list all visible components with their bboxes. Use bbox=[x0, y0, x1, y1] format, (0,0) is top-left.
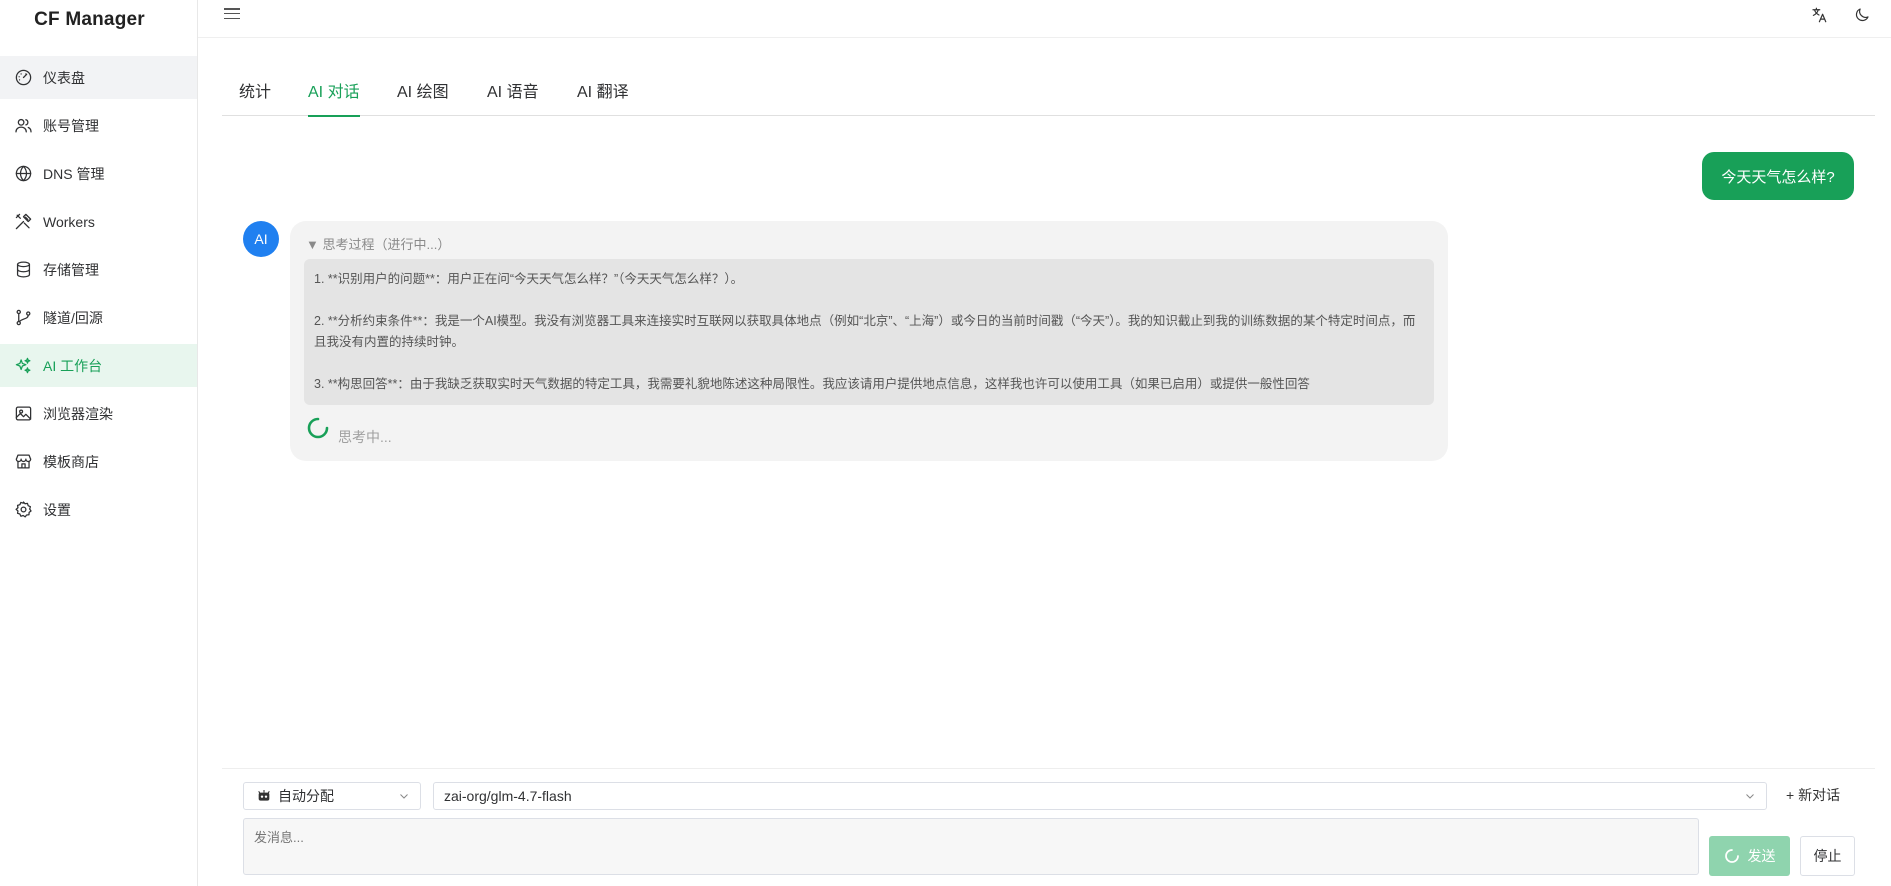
model-select-value: zai-org/glm-4.7-flash bbox=[444, 788, 572, 804]
provider-select[interactable]: 自动分配 bbox=[243, 782, 421, 810]
image-icon bbox=[13, 404, 33, 424]
thinking-line: 2. **分析约束条件**：我是一个AI模型。我没有浏览器工具来连接实时互联网以… bbox=[314, 314, 1416, 349]
users-icon bbox=[13, 116, 33, 136]
sidebar-item-label: DNS 管理 bbox=[43, 165, 105, 182]
ai-avatar: AI bbox=[243, 221, 279, 257]
thinking-status: 思考中... bbox=[338, 429, 392, 445]
tab-bar: 统计 AI 对话 AI 绘图 AI 语音 AI 翻译 bbox=[222, 64, 1875, 117]
model-select[interactable]: zai-org/glm-4.7-flash bbox=[433, 782, 1767, 810]
sidebar-item-label: AI 工作台 bbox=[43, 357, 103, 374]
user-message-bubble: 今天天气怎么样? bbox=[1702, 152, 1854, 200]
top-bar bbox=[198, 0, 1891, 38]
tab-ai-drawing[interactable]: AI 绘图 bbox=[397, 78, 449, 116]
thinking-process-toggle[interactable]: ▼ 思考过程（进行中...） bbox=[306, 234, 450, 253]
message-input[interactable] bbox=[243, 818, 1699, 875]
gear-icon bbox=[13, 500, 33, 520]
sidebar-item-settings[interactable]: 设置 bbox=[0, 488, 197, 531]
sparkles-icon bbox=[13, 356, 33, 376]
sidebar-item-dns[interactable]: DNS 管理 bbox=[0, 152, 197, 195]
tab-ai-chat[interactable]: AI 对话 bbox=[308, 78, 360, 117]
sidebar-item-label: Workers bbox=[43, 213, 95, 230]
dashboard-icon bbox=[13, 68, 33, 88]
sidebar-item-template-store[interactable]: 模板商店 bbox=[0, 440, 197, 483]
provider-select-value: 自动分配 bbox=[278, 788, 334, 804]
sidebar-nav: 仪表盘 账号管理 DNS 管理 Workers 存储管理 隧道/回源 AI 工作… bbox=[0, 56, 197, 531]
thinking-line: 1. **识别用户的问题**：用户正在问“今天天气怎么样？”（今天天气怎么样？）… bbox=[314, 272, 744, 286]
chevron-down-icon bbox=[1746, 794, 1754, 799]
ai-message-bubble: ▼ 思考过程（进行中...） 1. **识别用户的问题**：用户正在问“今天天气… bbox=[290, 221, 1448, 461]
sidebar-item-label: 账号管理 bbox=[43, 117, 99, 134]
sidebar-item-accounts[interactable]: 账号管理 bbox=[0, 104, 197, 147]
send-button[interactable]: 发送 bbox=[1709, 836, 1790, 876]
tab-active-indicator bbox=[308, 115, 360, 117]
sidebar-item-tunnels[interactable]: 隧道/回源 bbox=[0, 296, 197, 339]
sidebar-item-label: 设置 bbox=[43, 501, 71, 518]
sidebar-item-browser-render[interactable]: 浏览器渲染 bbox=[0, 392, 197, 435]
loading-spinner-icon bbox=[307, 417, 329, 439]
chevron-down-icon bbox=[400, 794, 408, 799]
sidebar-item-workers[interactable]: Workers bbox=[0, 200, 197, 243]
globe-icon bbox=[13, 164, 33, 184]
tab-ai-voice[interactable]: AI 语音 bbox=[487, 78, 539, 116]
sidebar-item-dashboard[interactable]: 仪表盘 bbox=[0, 56, 197, 99]
new-chat-button[interactable]: + 新对话 bbox=[1786, 785, 1840, 805]
robot-icon bbox=[256, 788, 272, 804]
sidebar-item-ai-workbench[interactable]: AI 工作台 bbox=[0, 344, 197, 387]
tools-icon bbox=[13, 212, 33, 232]
send-button-label: 发送 bbox=[1747, 848, 1776, 864]
translate-icon[interactable] bbox=[1810, 6, 1830, 26]
sidebar-item-label: 隧道/回源 bbox=[43, 309, 103, 326]
sidebar-item-label: 存储管理 bbox=[43, 261, 99, 278]
sidebar-item-label: 模板商店 bbox=[43, 453, 99, 470]
sidebar: CF Manager 仪表盘 账号管理 DNS 管理 Workers 存储管理 … bbox=[0, 0, 198, 886]
thinking-line: 3. **构思回答**：由于我缺乏获取实时天气数据的特定工具，我需要礼貌地陈述这… bbox=[314, 377, 1310, 391]
git-branch-icon bbox=[13, 308, 33, 328]
thinking-process-content: 1. **识别用户的问题**：用户正在问“今天天气怎么样？”（今天天气怎么样？）… bbox=[304, 259, 1434, 405]
loading-spinner-icon bbox=[1724, 849, 1739, 863]
sidebar-item-label: 浏览器渲染 bbox=[43, 405, 113, 422]
stop-button[interactable]: 停止 bbox=[1800, 836, 1855, 876]
tab-ai-translate[interactable]: AI 翻译 bbox=[577, 78, 629, 116]
sidebar-item-label: 仪表盘 bbox=[43, 69, 85, 86]
dark-mode-icon[interactable] bbox=[1853, 6, 1873, 26]
database-icon bbox=[13, 260, 33, 280]
app-title: CF Manager bbox=[34, 9, 145, 30]
sidebar-item-storage[interactable]: 存储管理 bbox=[0, 248, 197, 291]
store-icon bbox=[13, 452, 33, 472]
menu-toggle-icon[interactable] bbox=[224, 8, 240, 22]
tab-stats[interactable]: 统计 bbox=[239, 78, 271, 116]
